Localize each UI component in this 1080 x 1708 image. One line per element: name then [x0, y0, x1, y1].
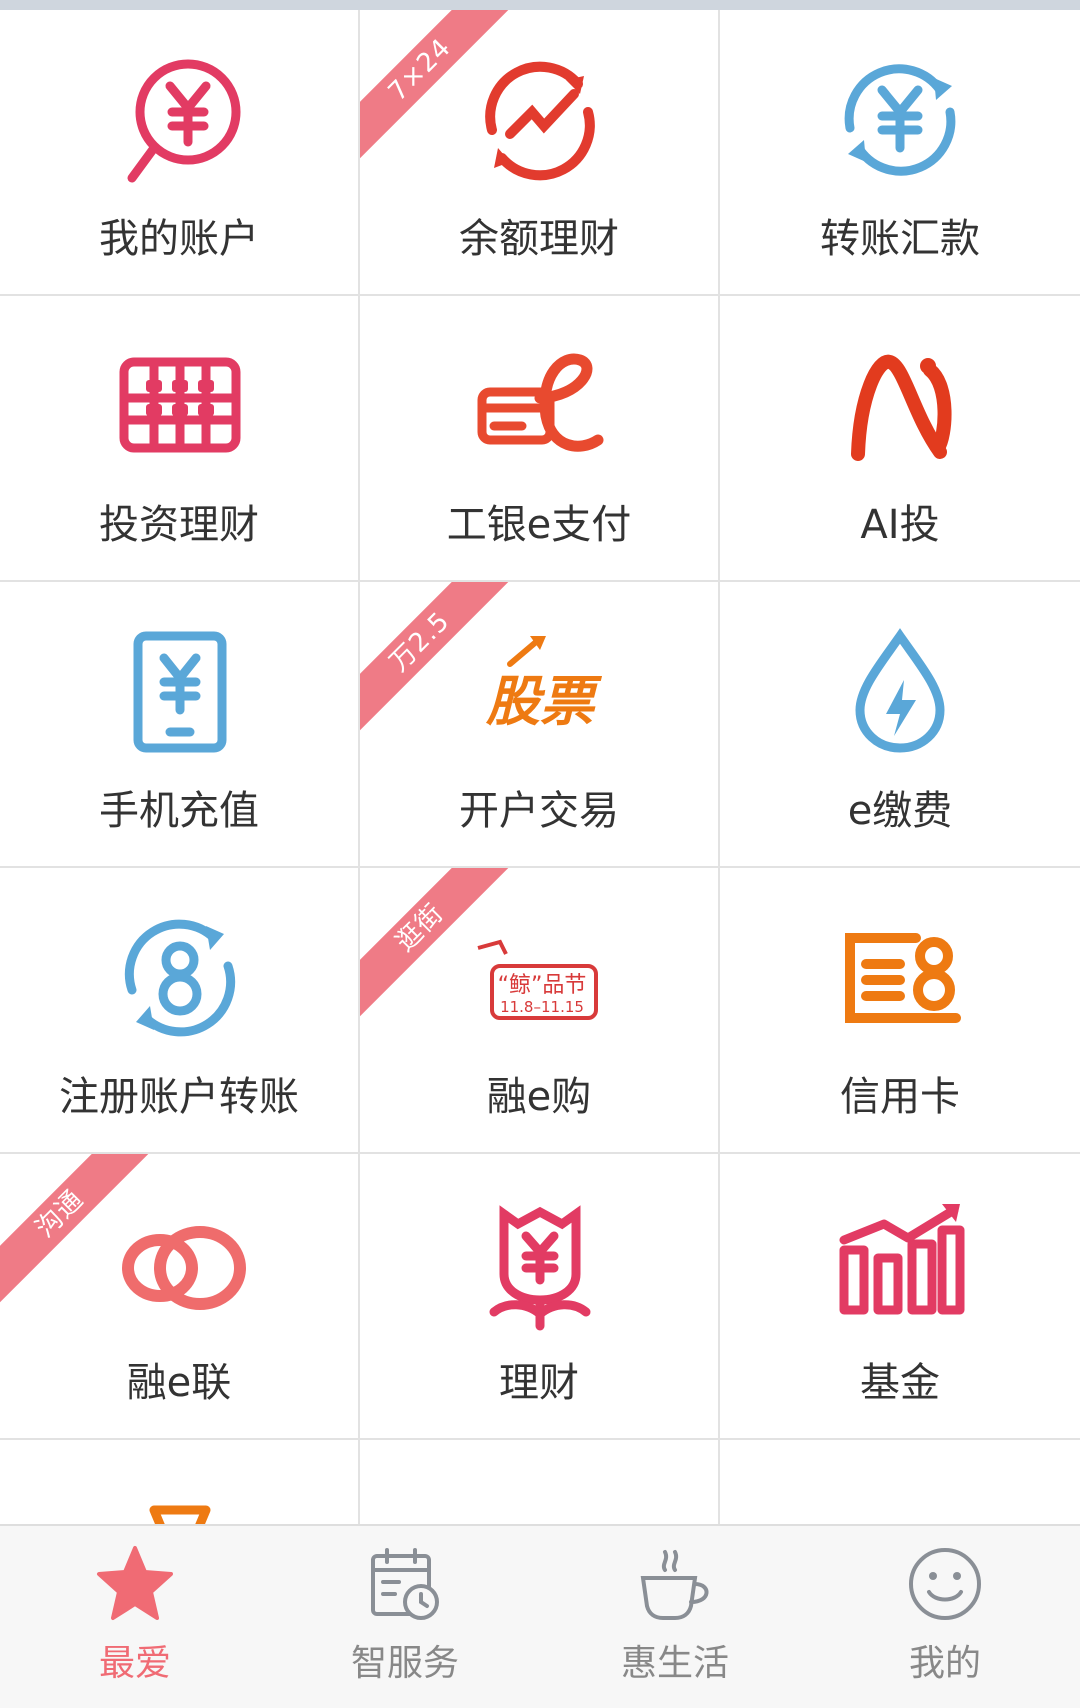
grid-item-icbc-epay[interactable]: 工银e支付 [360, 296, 720, 582]
trend-cycle-icon [470, 50, 610, 190]
grid-item-wealth[interactable]: 理财 [360, 1154, 720, 1440]
phone-yen-icon [110, 622, 250, 762]
tab-mine[interactable]: 我的 [810, 1526, 1080, 1708]
grid-item-transfer[interactable]: 转账汇款 [720, 10, 1080, 296]
grid-item-label: 基金 [860, 1360, 940, 1406]
grid-item-label: 理财 [499, 1360, 579, 1406]
grid-item-credit-card[interactable]: 信用卡 [720, 868, 1080, 1154]
whale-festival-text: “鲸”品节 [498, 973, 587, 998]
grid-item-label: 开户交易 [459, 788, 619, 834]
grid-item-e-payment[interactable]: e缴费 [720, 582, 1080, 868]
tab-smart-service[interactable]: 智服务 [270, 1526, 540, 1708]
credit-card-icon [830, 908, 970, 1048]
coffee-cup-icon [635, 1544, 715, 1624]
grid-item-label: 融e购 [486, 1074, 592, 1120]
grid-item-balance-finance[interactable]: 7×24 余额理财 [360, 10, 720, 296]
top-divider [0, 0, 1080, 10]
grid-item-label: e缴费 [847, 788, 953, 834]
grid-item-ai-invest[interactable]: AI投 [720, 296, 1080, 582]
eight-cycle-icon [110, 908, 250, 1048]
rings-icon [110, 1194, 250, 1334]
grid-item-registered-transfer[interactable]: 注册账户转账 [0, 868, 360, 1154]
card-e-icon [470, 336, 610, 476]
yen-search-icon [110, 50, 250, 190]
grid-item-stock-account[interactable]: 万2.5 股票 开户交易 [360, 582, 720, 868]
grid-item-rong-e-link[interactable]: 沟通 融e联 [0, 1154, 360, 1440]
whale-festival-icon: “鲸”品节 11.8–11.15 [470, 908, 610, 1048]
star-icon [95, 1544, 175, 1624]
grid-item-label: 转账汇款 [820, 216, 980, 262]
grid-item-phone-topup[interactable]: 手机充值 [0, 582, 360, 868]
grid-item-empty [720, 1440, 1080, 1524]
calendar-clock-icon [365, 1544, 445, 1624]
grid-item-label: AI投 [860, 502, 940, 548]
bottom-tab-bar: 最爱 智服务 惠生活 我的 [0, 1524, 1080, 1708]
grid-item-rong-e-shop[interactable]: 逛街 “鲸”品节 11.8–11.15 融e购 [360, 868, 720, 1154]
stock-icon: 股票 [470, 622, 610, 762]
grid-item-label: 我的账户 [99, 216, 259, 262]
smile-icon [905, 1544, 985, 1624]
grid-item-label: 工银e支付 [446, 502, 632, 548]
grid-item-empty [360, 1440, 720, 1524]
grid-item-label: 信用卡 [840, 1074, 960, 1120]
tab-favorites[interactable]: 最爱 [0, 1526, 270, 1708]
partial-orange-icon [110, 1480, 250, 1524]
tab-label: 我的 [908, 1643, 981, 1684]
service-grid: 我的账户 7×24 余额理财 转账汇款 投资理财 工银e支付 AI投 手机充值 … [0, 10, 1080, 1524]
whale-festival-date: 11.8–11.15 [500, 998, 584, 1016]
grid-item-partial[interactable] [0, 1440, 360, 1524]
rose-yen-icon [470, 1194, 610, 1334]
yen-transfer-icon [830, 50, 970, 190]
fund-chart-icon [830, 1194, 970, 1334]
tab-life[interactable]: 惠生活 [540, 1526, 810, 1708]
grid-item-my-account[interactable]: 我的账户 [0, 10, 360, 296]
grid-item-label: 融e联 [126, 1360, 232, 1406]
ai-logo-icon [830, 336, 970, 476]
grid-item-investment[interactable]: 投资理财 [0, 296, 360, 582]
grid-item-label: 投资理财 [99, 502, 259, 548]
abacus-icon [110, 336, 250, 476]
tab-label: 智服务 [350, 1643, 459, 1684]
stock-icon-text: 股票 [485, 670, 603, 733]
grid-item-label: 注册账户转账 [59, 1074, 299, 1120]
tab-label: 最爱 [98, 1643, 171, 1684]
grid-item-label: 余额理财 [459, 216, 619, 262]
tab-label: 惠生活 [620, 1643, 729, 1684]
grid-item-label: 手机充值 [99, 788, 259, 834]
grid-item-fund[interactable]: 基金 [720, 1154, 1080, 1440]
water-bolt-icon [830, 622, 970, 762]
